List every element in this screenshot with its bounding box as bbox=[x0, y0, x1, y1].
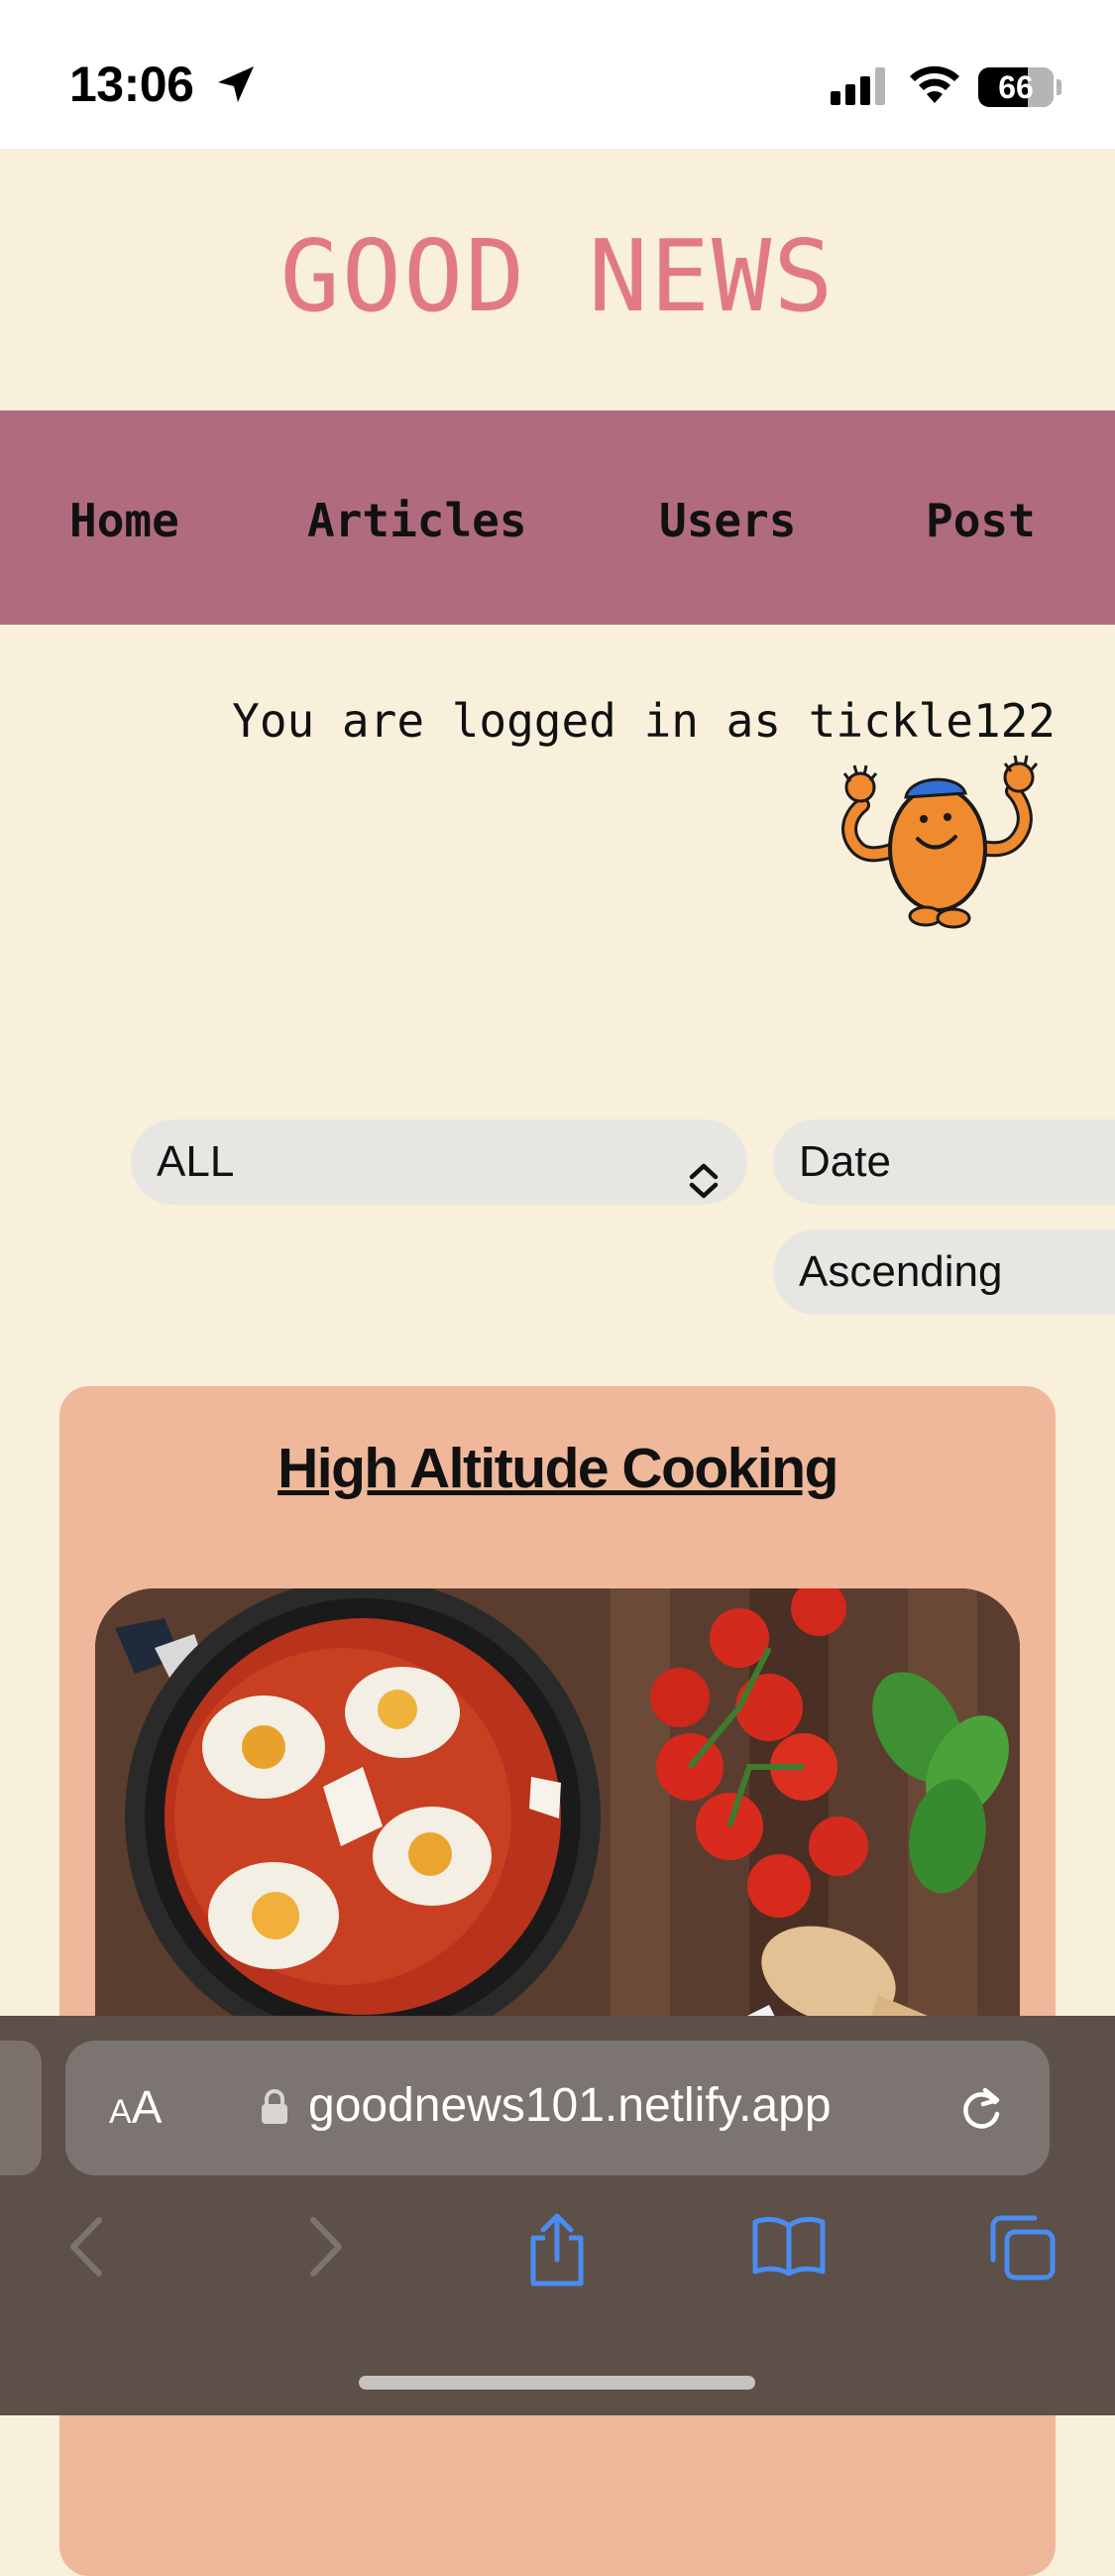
topic-select-value: ALL bbox=[157, 1137, 235, 1186]
forward-icon[interactable] bbox=[303, 2212, 347, 2286]
sort-by-select-value: Date bbox=[799, 1137, 891, 1186]
chevron-up-down-icon bbox=[686, 1143, 722, 1229]
sort-by-select[interactable]: Date bbox=[773, 1119, 1115, 1205]
status-time: 13:06 bbox=[69, 57, 194, 112]
nav-home-link[interactable]: Home bbox=[69, 494, 179, 547]
text-size-button[interactable]: AA bbox=[109, 2080, 162, 2134]
previous-tab-preview[interactable] bbox=[0, 2041, 42, 2175]
browser-toolbar: AA goodnews101.netlify.app bbox=[0, 2016, 1115, 2415]
nav-post-link[interactable]: Post bbox=[926, 494, 1036, 547]
home-indicator[interactable] bbox=[359, 2376, 755, 2390]
wifi-icon bbox=[908, 61, 961, 110]
location-arrow-icon bbox=[214, 62, 258, 111]
user-avatar bbox=[815, 754, 1059, 932]
main-nav: Home Articles Users Post bbox=[0, 410, 1115, 625]
order-select[interactable]: Ascending bbox=[773, 1229, 1115, 1315]
lock-icon bbox=[260, 2088, 289, 2131]
reload-icon[interactable] bbox=[955, 2082, 1007, 2139]
site-title: GOOD NEWS bbox=[279, 218, 836, 334]
order-select-value: Ascending bbox=[799, 1247, 1003, 1296]
url-text: goodnews101.netlify.app bbox=[308, 2079, 832, 2132]
battery-level: 66 bbox=[998, 69, 1034, 105]
battery-tip bbox=[1057, 79, 1061, 95]
nav-articles-link[interactable]: Articles bbox=[307, 494, 527, 547]
cellular-signal-icon bbox=[831, 67, 888, 110]
battery-icon: 66 bbox=[978, 67, 1054, 107]
nav-users-link[interactable]: Users bbox=[659, 494, 796, 547]
tabs-icon[interactable] bbox=[987, 2212, 1059, 2288]
status-bar: 13:06 66 bbox=[0, 0, 1115, 149]
bookmarks-icon[interactable] bbox=[751, 2212, 827, 2283]
logged-in-status: You are logged in as tickle122 bbox=[232, 694, 1056, 748]
back-icon[interactable] bbox=[65, 2212, 109, 2286]
address-bar[interactable]: AA goodnews101.netlify.app bbox=[65, 2041, 1050, 2175]
article-image[interactable] bbox=[95, 1588, 1020, 2084]
article-title-link[interactable]: High Altitude Cooking bbox=[59, 1436, 1056, 1501]
share-icon[interactable] bbox=[525, 2212, 589, 2292]
topic-select[interactable]: ALL bbox=[131, 1119, 747, 1205]
